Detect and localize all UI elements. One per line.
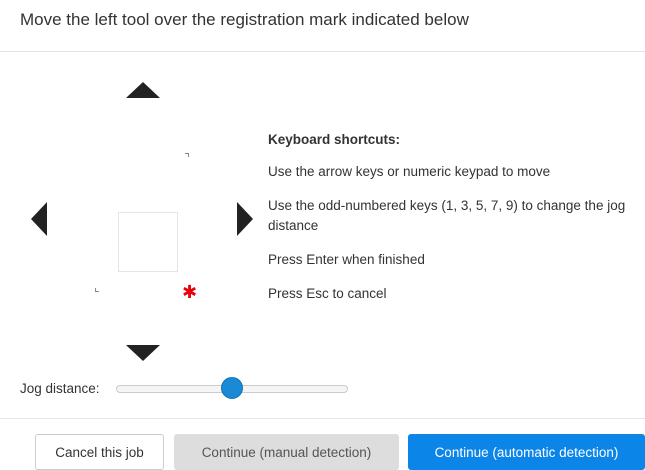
continue-auto-button[interactable]: Continue (automatic detection) xyxy=(408,434,645,470)
shortcut-line: Press Esc to cancel xyxy=(268,286,387,301)
corner-mark-top-right-icon xyxy=(185,153,189,157)
cancel-job-button[interactable]: Cancel this job xyxy=(35,434,164,470)
arrow-down-icon[interactable] xyxy=(126,345,160,361)
shortcut-line: Press Enter when finished xyxy=(268,252,425,267)
keyboard-shortcuts-panel: Keyboard shortcuts: Use the arrow keys o… xyxy=(268,132,638,318)
target-square xyxy=(118,212,178,272)
shortcut-line: Use the arrow keys or numeric keypad to … xyxy=(268,164,551,179)
footer-divider xyxy=(0,418,645,419)
jog-distance-label: Jog distance: xyxy=(20,381,100,396)
registration-mark-icon: ✱ xyxy=(182,282,198,303)
arrow-right-icon[interactable] xyxy=(237,202,253,236)
arrow-up-icon[interactable] xyxy=(126,82,160,98)
continue-manual-button[interactable]: Continue (manual detection) xyxy=(174,434,399,470)
corner-mark-bottom-left-icon xyxy=(95,288,99,292)
jog-distance-slider-thumb[interactable] xyxy=(221,377,243,399)
shortcuts-heading: Keyboard shortcuts: xyxy=(268,132,401,147)
shortcut-line: Use the odd-numbered keys (1, 3, 5, 7, 9… xyxy=(268,198,626,233)
arrow-left-icon[interactable] xyxy=(31,202,47,236)
page-title: Move the left tool over the registration… xyxy=(20,10,469,29)
header-divider xyxy=(0,51,645,52)
